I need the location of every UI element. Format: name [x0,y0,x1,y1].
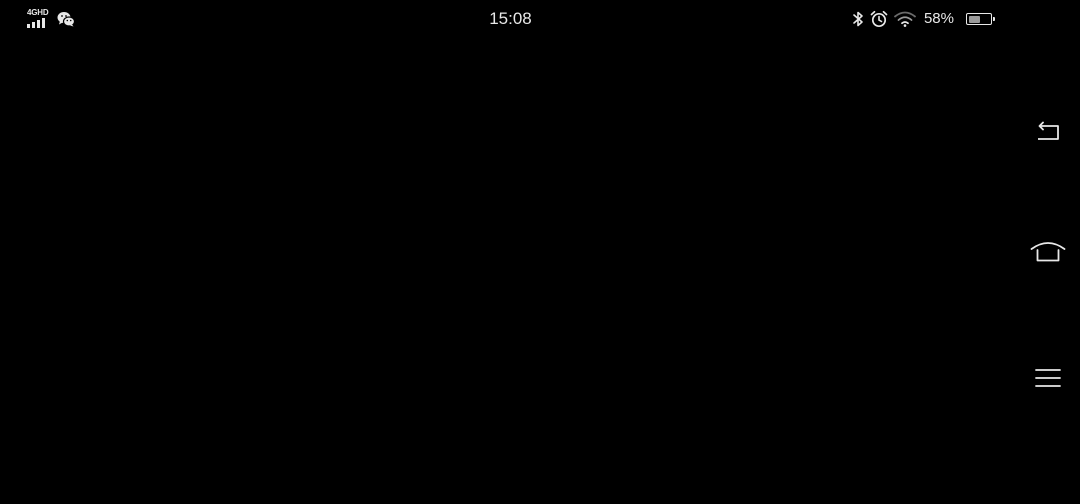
battery-terminal [993,17,995,21]
battery-icon [966,13,995,25]
status-bar: 4GHD 15:08 58% [0,0,1080,38]
wifi-icon [894,11,916,27]
battery-percentage: 58% [923,10,954,27]
bluetooth-icon [852,10,864,28]
alarm-icon [870,10,888,28]
status-right: 58% [852,9,995,29]
screen: 4GHD 15:08 58% [0,0,1080,504]
battery-level-fill [968,15,981,23]
home-button[interactable] [1016,219,1080,283]
navigation-bar [1016,38,1080,504]
menu-button[interactable] [1016,346,1080,410]
menu-icon [1035,368,1061,388]
home-icon [1030,239,1066,263]
back-button[interactable] [1016,100,1080,164]
back-icon [1034,121,1062,143]
